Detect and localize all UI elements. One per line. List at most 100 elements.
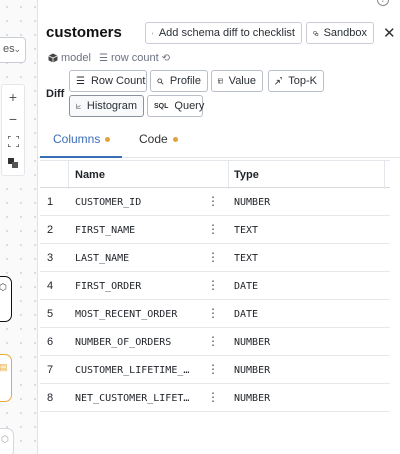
table-row[interactable]: 2 FIRST_NAME ⋮ TEXT: [40, 216, 390, 244]
lineage-canvas[interactable]: es ⌄ + − ⬡ ▤ ⬡: [0, 0, 38, 454]
table-row[interactable]: 3 LAST_NAME ⋮ TEXT: [40, 244, 390, 272]
value-diff-label: Value: [228, 75, 256, 87]
top-k-diff-button[interactable]: Top-K: [268, 70, 324, 92]
panel-tabs: Columns Code: [38, 124, 400, 158]
toggle-interactive-icon[interactable]: [2, 153, 24, 173]
column-name-cell: NUMBER_OF_ORDERS: [75, 337, 172, 348]
info-icon[interactable]: ?: [377, 0, 389, 6]
tab-code-label: Code: [139, 132, 168, 146]
histogram-diff-button[interactable]: Histogram: [69, 95, 144, 117]
column-divider: [68, 161, 69, 189]
histogram-diff-label: Histogram: [86, 100, 137, 112]
more-options-icon[interactable]: ⋮: [207, 334, 219, 348]
query-diff-button[interactable]: SQL Query: [147, 95, 205, 117]
row-number: 6: [47, 336, 54, 348]
more-options-icon[interactable]: ⋮: [207, 390, 219, 404]
more-options-icon[interactable]: ⋮: [207, 194, 219, 208]
changed-indicator-dot: [172, 136, 178, 142]
lineage-node[interactable]: ⬡: [0, 428, 14, 454]
table-row[interactable]: 1 CUSTOMER_ID ⋮ NUMBER: [40, 188, 390, 216]
histogram-icon: [76, 103, 81, 109]
column-resize-handle[interactable]: [384, 161, 390, 189]
more-options-icon[interactable]: ⋮: [207, 278, 219, 292]
tab-columns-label: Columns: [53, 132, 101, 146]
row-count-diff-button[interactable]: ☰ Row Count: [69, 70, 147, 92]
column-type-cell: TEXT: [234, 225, 259, 236]
sandbox-label: Sandbox: [323, 27, 367, 39]
column-type-cell: TEXT: [234, 253, 259, 264]
column-type-cell: NUMBER: [234, 365, 271, 376]
refresh-icon[interactable]: ⟲: [162, 53, 170, 64]
column-header-name[interactable]: Name: [75, 169, 105, 181]
diff-label: Diff: [46, 88, 65, 100]
top-k-diff-label: Top-K: [288, 75, 317, 87]
node-detail-panel: ? customers Add schema diff to checklist…: [38, 0, 400, 454]
lineage-node[interactable]: ⬡: [0, 276, 12, 322]
value-table-icon: [218, 78, 223, 84]
profile-diff-button[interactable]: Profile: [150, 70, 208, 92]
sandbox-button[interactable]: Sandbox: [306, 22, 374, 44]
column-name-cell: LAST_NAME: [75, 253, 130, 264]
fit-view-icon[interactable]: [2, 131, 24, 151]
zoom-out-icon[interactable]: −: [2, 109, 24, 129]
row-number: 4: [47, 280, 54, 292]
row-count-diff-icon: ☰: [76, 75, 85, 87]
close-icon[interactable]: ✕: [383, 24, 396, 42]
changed-indicator-dot: [105, 136, 111, 142]
table-row[interactable]: 5 MOST_RECENT_ORDER ⋮ DATE: [40, 300, 390, 328]
row-number: 8: [47, 392, 54, 404]
row-count-label: row count: [110, 52, 159, 64]
column-name-cell: FIRST_ORDER: [75, 281, 142, 292]
node-meta: model ☰ row count ⟲: [48, 52, 170, 64]
column-name-cell: MOST_RECENT_ORDER: [75, 309, 178, 320]
resource-type-tag: model: [48, 52, 91, 64]
add-schema-diff-label: Add schema diff to checklist: [158, 27, 295, 39]
query-diff-label: Query: [174, 100, 205, 112]
row-count-tag[interactable]: ☰ row count ⟲: [99, 52, 170, 64]
profile-search-icon: [157, 78, 164, 85]
lineage-node-selected[interactable]: ▤: [0, 354, 12, 402]
more-options-icon[interactable]: ⋮: [207, 222, 219, 236]
canvas-view-select[interactable]: es ⌄: [0, 37, 26, 63]
row-count-diff-label: Row Count: [90, 75, 146, 87]
top-k-icon: [275, 77, 283, 85]
table-row[interactable]: 8 NET_CUSTOMER_LIFET… ⋮ NUMBER: [40, 384, 390, 412]
profile-diff-label: Profile: [169, 75, 201, 87]
row-number: 7: [47, 364, 54, 376]
table-row[interactable]: 7 CUSTOMER_LIFETIME_… ⋮ NUMBER: [40, 356, 390, 384]
zoom-in-icon[interactable]: +: [2, 87, 24, 107]
canvas-controls: + −: [1, 84, 25, 176]
add-schema-diff-button[interactable]: Add schema diff to checklist: [145, 22, 302, 44]
more-options-icon[interactable]: ⋮: [207, 306, 219, 320]
model-cube-icon: ⬡: [0, 282, 9, 292]
more-options-icon[interactable]: ⋮: [207, 250, 219, 264]
column-name-cell: FIRST_NAME: [75, 225, 136, 236]
column-type-cell: DATE: [234, 281, 259, 292]
more-options-icon[interactable]: ⋮: [207, 362, 219, 376]
table-header-row: Name Type: [40, 160, 390, 189]
column-type-cell: NUMBER: [234, 337, 271, 348]
column-name-cell: NET_CUSTOMER_LIFET…: [75, 393, 190, 404]
row-number: 5: [47, 308, 54, 320]
sandbox-icon: [313, 30, 319, 36]
tab-columns[interactable]: Columns: [53, 132, 111, 146]
row-number: 1: [47, 196, 54, 208]
active-tab-indicator: [40, 156, 122, 158]
row-number: 2: [47, 224, 54, 236]
column-type-cell: NUMBER: [234, 197, 271, 208]
table-row[interactable]: 6 NUMBER_OF_ORDERS ⋮ NUMBER: [40, 328, 390, 356]
column-divider: [228, 161, 229, 189]
sql-icon: SQL: [154, 102, 169, 110]
checklist-icon: [152, 32, 154, 34]
column-name-cell: CUSTOMER_ID: [75, 197, 142, 208]
chevron-down-icon: ⌄: [13, 44, 21, 54]
table-icon: ▤: [0, 362, 9, 372]
value-diff-button[interactable]: Value: [211, 70, 263, 92]
table-row[interactable]: 4 FIRST_ORDER ⋮ DATE: [40, 272, 390, 300]
column-type-cell: NUMBER: [234, 393, 271, 404]
column-header-type[interactable]: Type: [234, 169, 259, 181]
list-icon: ☰: [98, 52, 108, 64]
model-cube-icon: [48, 53, 58, 63]
tab-code[interactable]: Code: [139, 132, 178, 146]
column-type-cell: DATE: [234, 309, 259, 320]
